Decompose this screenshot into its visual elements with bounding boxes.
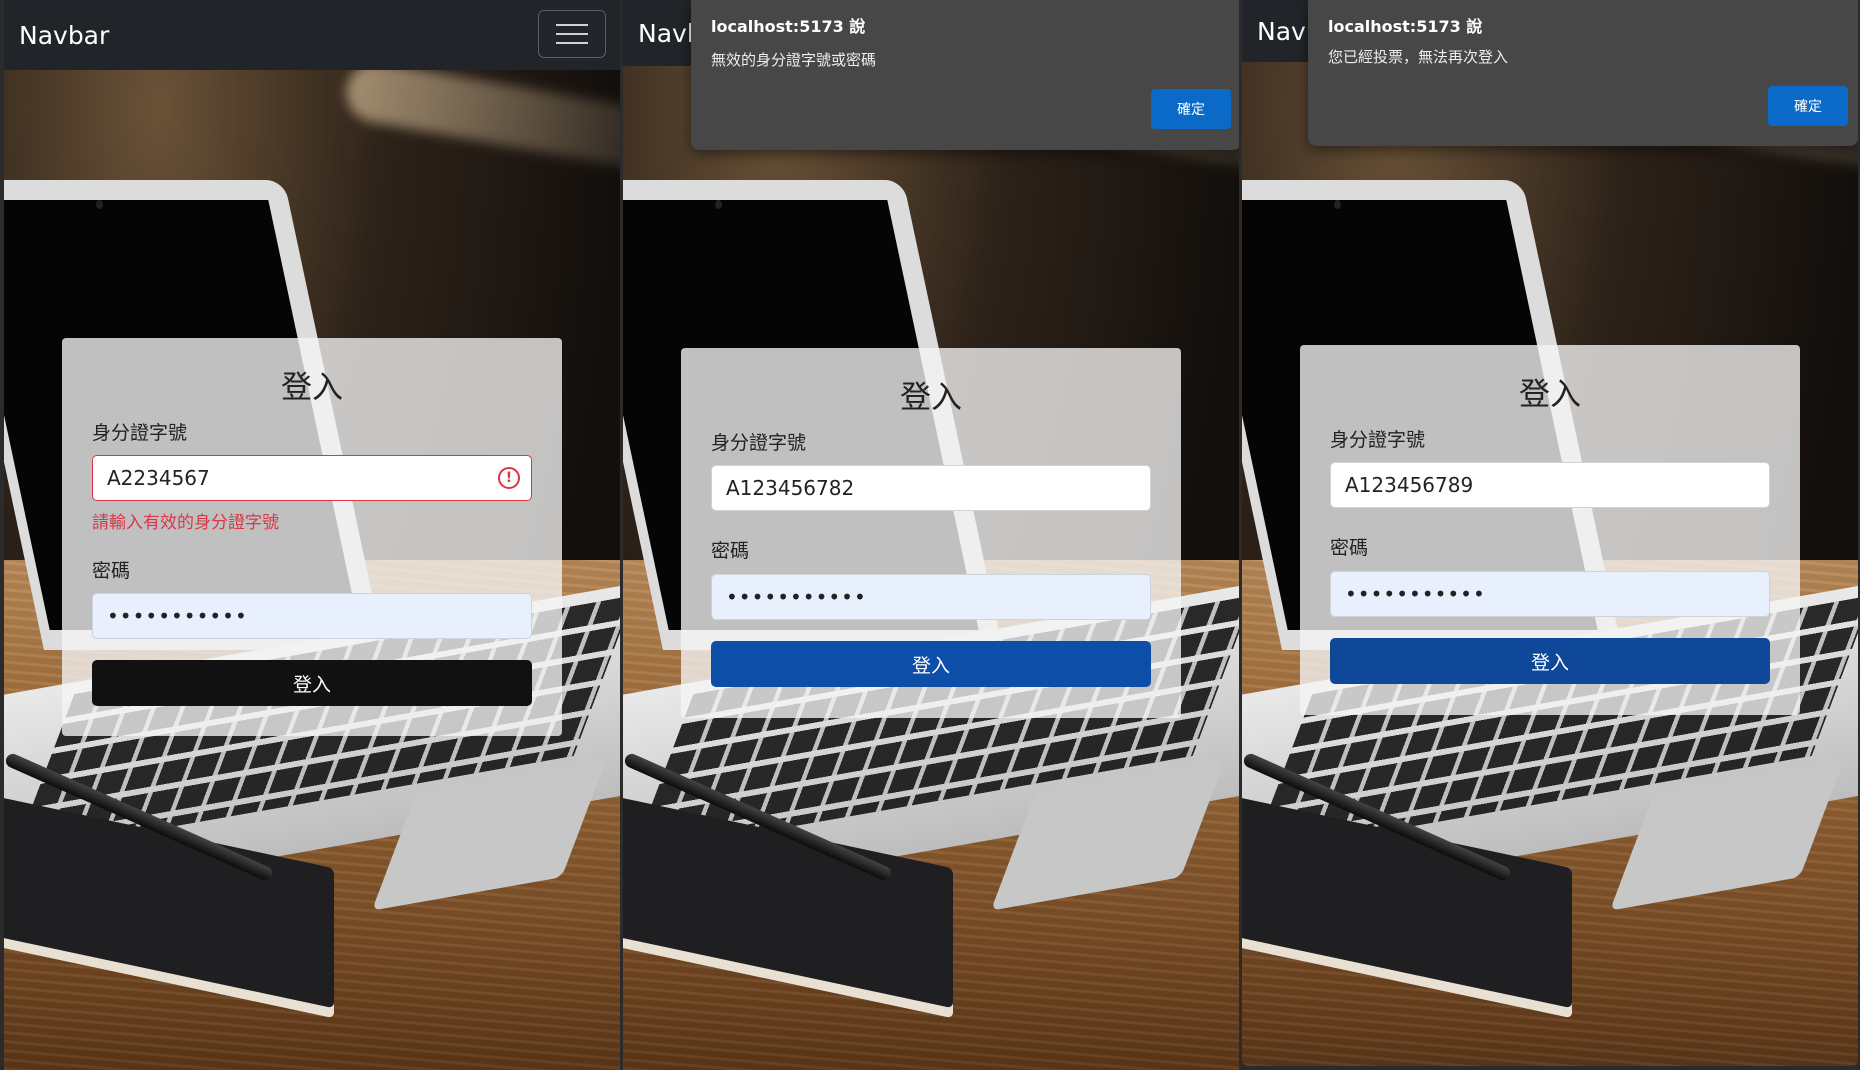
login-card: 登入 身分證字號 密碼 登入 [681, 348, 1181, 718]
id-number-input[interactable] [711, 465, 1151, 511]
alert-dialog: localhost:5173 說 無效的身分證字號或密碼 確定 [691, 0, 1239, 150]
password-input[interactable] [92, 593, 532, 639]
dialog-title: localhost:5173 說 [711, 17, 866, 36]
password-label: 密碼 [1330, 537, 1369, 559]
navbar-brand[interactable]: Navbar [19, 21, 109, 50]
id-label: 身分證字號 [92, 422, 188, 444]
login-button[interactable]: 登入 [1330, 638, 1770, 684]
dialog-message: 無效的身分證字號或密碼 [711, 51, 877, 69]
id-error-message: 請輸入有效的身分證字號 [92, 513, 279, 533]
id-label: 身分證字號 [711, 432, 807, 454]
login-title: 登入 [1519, 377, 1581, 413]
login-button[interactable]: 登入 [92, 660, 532, 706]
login-title: 登入 [281, 370, 343, 406]
error-icon: ! [498, 467, 520, 489]
id-label: 身分證字號 [1330, 429, 1426, 451]
login-card: 登入 身分證字號 ! 請輸入有效的身分證字號 密碼 登入 [62, 338, 562, 736]
password-label: 密碼 [92, 560, 131, 582]
dialog-message: 您已經投票，無法再次登入 [1328, 48, 1509, 66]
login-card: 登入 身分證字號 密碼 登入 [1300, 345, 1800, 715]
hamburger-menu-icon[interactable] [538, 10, 606, 58]
screen-panel-1: Navbar 登入 身分證字號 ! 請輸入有效的身分證字號 密碼 登入 [4, 0, 620, 1070]
id-number-input[interactable] [92, 455, 532, 501]
password-input[interactable] [711, 574, 1151, 620]
id-number-input[interactable] [1330, 462, 1770, 508]
dialog-title: localhost:5173 說 [1328, 17, 1483, 36]
password-input[interactable] [1330, 571, 1770, 617]
screen-panel-3: Navbar 登入 身分證字號 密碼 登入 localhost:5173 說 您… [1242, 0, 1858, 1066]
navbar: Navbar [4, 0, 620, 70]
dialog-ok-button[interactable]: 確定 [1768, 86, 1848, 126]
login-title: 登入 [900, 380, 962, 416]
dialog-ok-button[interactable]: 確定 [1151, 89, 1231, 129]
alert-dialog: localhost:5173 說 您已經投票，無法再次登入 確定 [1308, 0, 1858, 146]
login-button[interactable]: 登入 [711, 641, 1151, 687]
password-label: 密碼 [711, 540, 750, 562]
screen-panel-2: Navbar 登入 身分證字號 密碼 登入 localhost:5173 說 無… [623, 0, 1239, 1070]
